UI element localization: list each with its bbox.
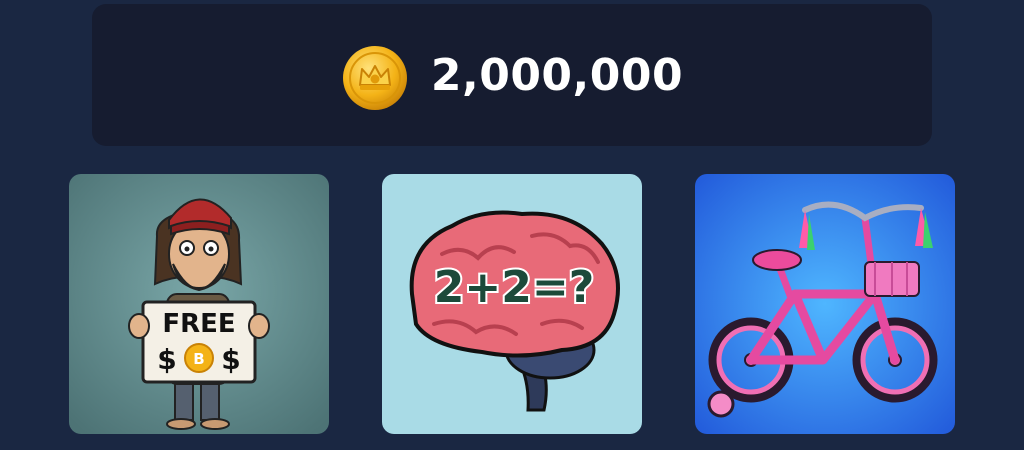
bike-illustration (695, 174, 955, 434)
kids-bike-card[interactable] (695, 174, 955, 434)
sign-dollar-right: $ (221, 343, 240, 376)
coin-letter: B (193, 350, 204, 368)
free-crypto-card[interactable]: FREE $ B $ (69, 174, 329, 434)
brain-math-card[interactable]: 2+2=? (382, 174, 642, 434)
brain-illustration: 2+2=? (382, 174, 642, 434)
sign-free-text: FREE (162, 309, 235, 339)
sign-dollar-left: $ (157, 343, 176, 376)
balance-panel: 2,000,000 (92, 4, 932, 146)
beggar-illustration: FREE $ B $ (69, 174, 329, 434)
equation-text: 2+2=? (434, 262, 595, 313)
crown-coin-icon (342, 46, 407, 110)
balance-amount: 2,000,000 (430, 49, 684, 101)
